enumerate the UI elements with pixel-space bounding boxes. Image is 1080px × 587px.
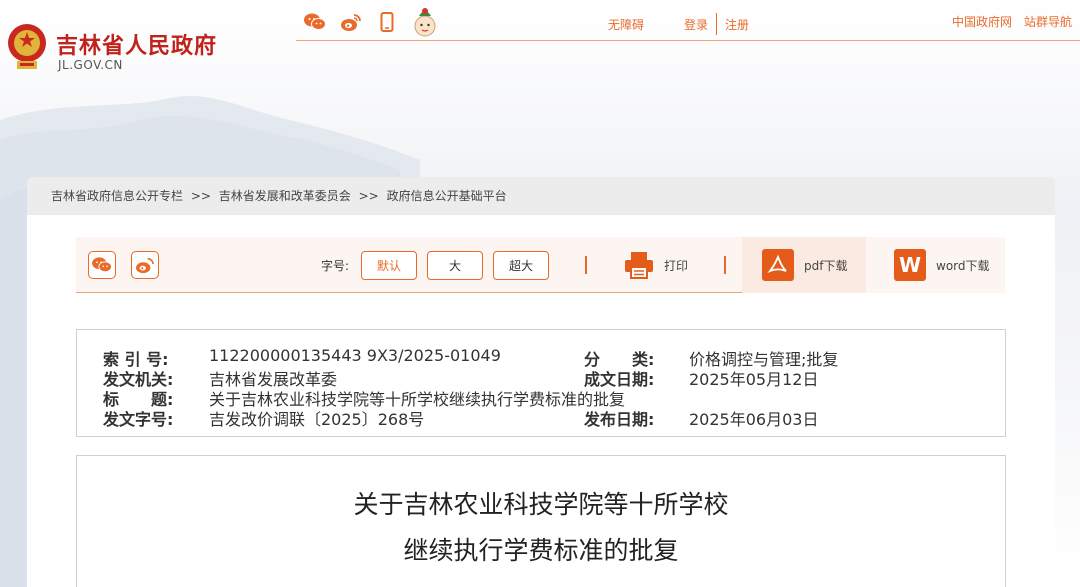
accessibility-link[interactable]: 无障碍 <box>600 16 652 33</box>
print-label: 打印 <box>664 258 689 273</box>
doc-no-value: 吉发改价调联〔2025〕268号 <box>209 410 425 429</box>
mobile-icon[interactable] <box>376 11 398 33</box>
article-body: 关于吉林农业科技学院等十所学校 继续执行学费标准的批复 <box>76 455 1006 587</box>
doc-no-label: 发文字号: <box>103 410 174 429</box>
site-name[interactable]: 吉林省人民政府 <box>56 28 217 60</box>
publish-date-label: 发布日期: <box>584 410 655 429</box>
publish-date-value: 2025年06月03日 <box>689 410 819 429</box>
gov-portal-link[interactable]: 中国政府网 <box>952 13 1012 30</box>
breadcrumb-item[interactable]: 吉林省政府信息公开专栏 <box>51 189 183 203</box>
article-toolbar: 字号: 默认 大 超大 打印 pdf下载 W word下载 <box>76 237 1005 293</box>
content-panel: 字号: 默认 大 超大 打印 pdf下载 W word下载 索 引 号: 112… <box>27 215 1055 587</box>
font-size-label: 字号: <box>321 259 350 273</box>
weibo-share-icon[interactable] <box>131 251 159 279</box>
wechat-share-icon[interactable] <box>88 251 116 279</box>
font-size-large-button[interactable]: 大 <box>427 251 483 280</box>
breadcrumb-separator: >> <box>190 189 211 203</box>
font-size-default-button[interactable]: 默认 <box>361 251 417 280</box>
written-date-value: 2025年05月12日 <box>689 370 819 389</box>
document-metadata: 索 引 号: 112200000135443 9X3/2025-01049 分 … <box>76 329 1006 437</box>
right-links: 中国政府网 站群导航 <box>952 13 1072 30</box>
pdf-icon <box>762 249 794 281</box>
toolbar-divider <box>724 256 726 274</box>
top-icon-bar <box>304 6 438 38</box>
top-links: 无障碍 登录 注册 <box>600 13 757 35</box>
mascot-icon[interactable] <box>412 6 438 38</box>
login-link[interactable]: 登录 <box>676 16 716 33</box>
word-download-button[interactable]: W word下载 <box>894 249 990 281</box>
word-label: word下载 <box>936 258 990 273</box>
wechat-icon[interactable] <box>304 11 326 33</box>
national-emblem-icon[interactable] <box>6 23 48 71</box>
toolbar-divider <box>585 256 587 274</box>
site-domain: JL.GOV.CN <box>58 58 123 72</box>
breadcrumb-item[interactable]: 吉林省发展和改革委员会 <box>219 189 351 203</box>
weibo-icon[interactable] <box>340 11 362 33</box>
breadcrumb-separator: >> <box>358 189 379 203</box>
breadcrumb-item[interactable]: 政府信息公开基础平台 <box>387 189 507 203</box>
site-map-link[interactable]: 站群导航 <box>1024 13 1072 30</box>
register-link[interactable]: 注册 <box>717 16 757 33</box>
breadcrumb: 吉林省政府信息公开专栏 >> 吉林省发展和改革委员会 >> 政府信息公开基础平台 <box>27 177 1055 215</box>
header-divider <box>296 40 1080 41</box>
pdf-download-button[interactable]: pdf下载 <box>762 249 847 281</box>
article-title-line-1: 关于吉林农业科技学院等十所学校 <box>353 490 729 519</box>
site-header: 吉林省人民政府 JL.GOV.CN 无障碍 登录 注册 中国政府网 站群导航 <box>0 0 1080 90</box>
printer-icon <box>625 252 653 279</box>
index-value: 112200000135443 9X3/2025-01049 <box>209 346 501 365</box>
print-button[interactable]: 打印 <box>624 249 688 281</box>
word-icon: W <box>894 249 926 281</box>
font-size-xlarge-button[interactable]: 超大 <box>493 251 549 280</box>
pdf-label: pdf下载 <box>804 258 848 273</box>
article-title-line-2: 继续执行学费标准的批复 <box>403 536 679 565</box>
